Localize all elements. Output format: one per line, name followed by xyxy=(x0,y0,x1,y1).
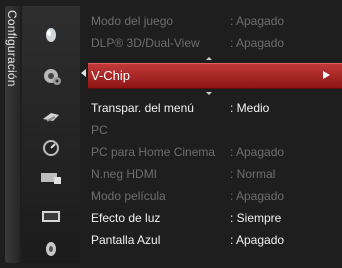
menu-item-3d-dual-view: DLP® 3D/Dual-View : Apagado xyxy=(91,36,285,50)
category-sidebar: Configuración xyxy=(5,6,20,263)
menu-item-light-effect[interactable]: Efecto de luz : Siempre xyxy=(88,207,342,229)
setup-gear-icon[interactable] xyxy=(39,65,63,87)
picture-icon[interactable] xyxy=(39,24,63,46)
menu-item-v-chip[interactable]: V-Chip xyxy=(88,63,342,89)
setup-menu-list: Modo del juego : Apagado DLP® 3D/Dual-Vi… xyxy=(88,6,342,263)
time-icon[interactable] xyxy=(39,137,63,159)
menu-item-blue-screen[interactable]: Pantalla Azul : Apagado xyxy=(88,229,342,251)
category-icon-column xyxy=(22,6,80,263)
menu-item-hdmi-black-level: N.neg HDMI : Normal xyxy=(91,167,276,181)
menu-item-menu-transparency[interactable]: Transpar. del menú : Medio xyxy=(88,97,342,119)
application-icon[interactable] xyxy=(39,206,63,228)
menu-item-film-mode: Modo película : Apagado xyxy=(91,189,285,203)
menu-item-pc: PC xyxy=(91,123,108,137)
category-title: Configuración xyxy=(5,10,19,87)
scroll-down-indicator xyxy=(206,92,212,95)
selected-category-pointer xyxy=(81,69,86,77)
menu-item-game-mode: Modo del juego : Apagado xyxy=(91,14,285,28)
input-icon[interactable] xyxy=(39,167,63,189)
scroll-up-indicator xyxy=(206,57,212,60)
tv-osd-menu: Configuración Modo del juego : Apagado D… xyxy=(0,0,342,268)
channel-icon[interactable] xyxy=(39,106,63,128)
support-icon[interactable] xyxy=(39,238,63,260)
menu-item-pc-home-cinema: PC para Home Cinema : Apagado xyxy=(91,145,285,159)
submenu-arrow-icon xyxy=(323,71,330,79)
